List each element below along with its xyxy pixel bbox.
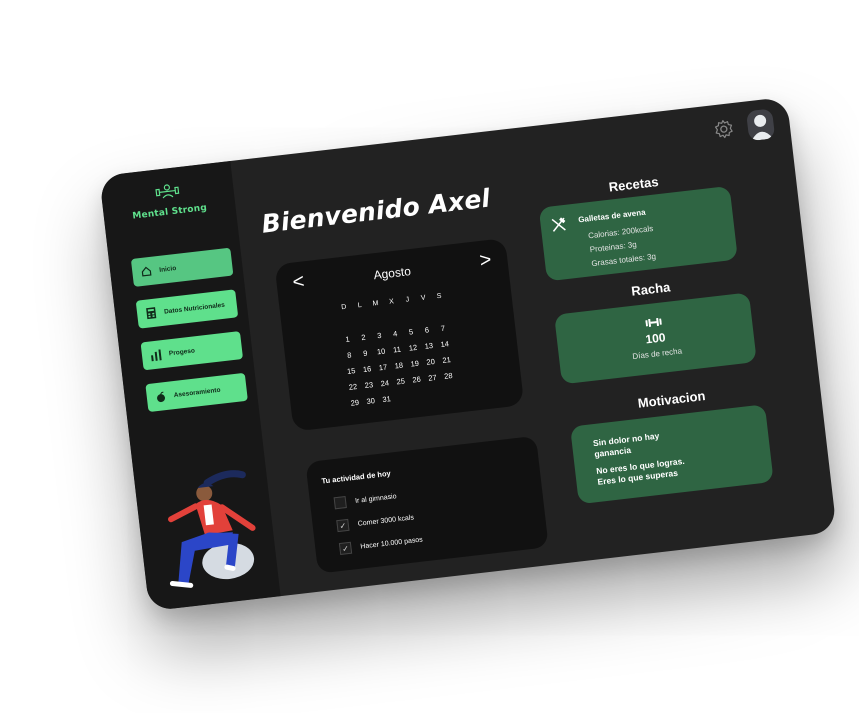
calendar-day[interactable]: 25: [392, 372, 410, 390]
sidebar-item-asesoramiento[interactable]: Asesoramiento: [145, 372, 248, 413]
activity-checkbox[interactable]: [333, 496, 347, 510]
calendar-day[interactable]: 9: [356, 344, 374, 362]
calendar-day[interactable]: 5: [402, 323, 420, 341]
calendar-weekday: D: [340, 303, 347, 311]
woman-exercise-illustration: [168, 470, 256, 588]
calendar-day[interactable]: 17: [374, 358, 392, 376]
activity-card: Tu actividad de hoy Ir al gimnasio ✓ Com…: [305, 435, 549, 574]
calendar-empty-cell: [400, 307, 418, 325]
sidebar-item-label: Datos Nutricionales: [163, 301, 226, 316]
calendar-day[interactable]: 28: [439, 367, 457, 385]
calendar-day[interactable]: 14: [436, 335, 454, 353]
bar-chart-icon: [149, 348, 162, 361]
recipe-protein: Proteinas: 3g: [589, 239, 638, 255]
calendar-day[interactable]: 29: [346, 393, 364, 411]
calendar-empty-cell: [337, 314, 355, 332]
calendar-empty-cell: [353, 312, 371, 330]
recipe-calories: Calorias: 200kcals: [587, 223, 654, 241]
calendar-day[interactable]: 26: [408, 370, 426, 388]
calendar-weekday: L: [357, 301, 363, 309]
calendar-day[interactable]: 8: [340, 346, 358, 364]
calendar-empty-cell: [432, 303, 450, 321]
calendar-day[interactable]: 30: [362, 392, 380, 410]
calendar-day[interactable]: 21: [438, 351, 456, 369]
activity-title: Tu actividad de hoy: [321, 468, 392, 486]
calendar-weekday: M: [372, 299, 379, 308]
sidebar-item-label: Asesoramiento: [173, 386, 221, 399]
calendar-day[interactable]: 13: [420, 337, 438, 355]
recipe-card[interactable]: Galletas de avena Calorias: 200kcals Pro…: [538, 185, 738, 282]
streak-card: 100 Días de recha: [554, 292, 757, 385]
sidebar-item-progeso[interactable]: Progeso: [140, 331, 244, 371]
calendar-empty-cell: [369, 310, 387, 328]
sidebar: Mental Strong Inicio Datos Nutricionales…: [99, 161, 281, 612]
app-window: Mental Strong Inicio Datos Nutricionales…: [99, 96, 837, 612]
calendar-day[interactable]: 7: [434, 319, 452, 337]
calendar-day[interactable]: 31: [378, 390, 396, 408]
calendar-day[interactable]: 24: [376, 374, 394, 392]
calendar-day[interactable]: 15: [342, 362, 360, 380]
apple-icon: [154, 390, 167, 403]
recipe-fat: Grasas totales: 3g: [590, 251, 657, 269]
calendar-day[interactable]: 10: [372, 342, 390, 360]
calendar-day[interactable]: 23: [360, 376, 378, 394]
sidebar-item-label: Inicio: [158, 264, 177, 274]
activity-label: Hacer 10.000 pasos: [360, 535, 424, 551]
calendar-day[interactable]: 6: [418, 321, 436, 339]
calendar-next-button[interactable]: >: [478, 249, 492, 273]
home-icon: [140, 265, 153, 278]
calendar-day[interactable]: 22: [344, 378, 362, 396]
motivation-card: Sin dolor no hay ganancia No eres lo que…: [570, 404, 774, 505]
avatar[interactable]: [745, 108, 776, 142]
calendar: < Agosto > D L M X J V S 1 2 3 4 5 6 7 8 9 10 11 12 13 14 15 1…: [274, 237, 525, 432]
calendar-empty-cell: [394, 388, 412, 406]
calendar-month: Agosto: [372, 264, 412, 283]
calendar-empty-cell: [441, 382, 459, 400]
calendar-day[interactable]: 18: [390, 356, 408, 374]
user-avatar-icon: [751, 114, 774, 142]
sidebar-item-datos-nutricionales[interactable]: Datos Nutricionales: [135, 289, 239, 329]
logo: Mental Strong: [101, 175, 236, 225]
page-title: Bienvenido Axel: [260, 183, 492, 239]
racha-title: Racha: [630, 279, 671, 299]
activity-item: Ir al gimnasio: [333, 490, 398, 510]
calculator-icon: [145, 306, 158, 320]
recipe-name: Galletas de avena: [577, 207, 646, 225]
top-bar: [712, 108, 776, 145]
calendar-day[interactable]: 11: [388, 340, 406, 358]
calendar-empty-cell: [425, 384, 443, 402]
calendar-day[interactable]: 19: [406, 354, 424, 372]
sidebar-item-inicio[interactable]: Inicio: [130, 247, 234, 287]
gear-icon[interactable]: [713, 118, 735, 140]
calendar-day[interactable]: 2: [354, 328, 372, 346]
calendar-day[interactable]: 27: [424, 368, 442, 386]
activity-checkbox[interactable]: ✓: [336, 518, 350, 533]
dumbbell-logo-icon: [155, 184, 180, 199]
calendar-day[interactable]: 4: [386, 324, 404, 342]
calendar-empty-cell: [416, 305, 434, 323]
calendar-day[interactable]: 16: [358, 360, 376, 378]
logo-text: Mental Strong: [131, 203, 208, 222]
calendar-day[interactable]: 12: [404, 338, 422, 356]
calendar-day[interactable]: 1: [339, 330, 357, 348]
calendar-grid: D L M X J V S 1 2 3 4 5 6 7 8 9 10 11 12 13 14 15 16 17 18 19 20 21…: [335, 287, 459, 411]
calendar-weekday: S: [436, 292, 442, 300]
calendar-empty-cell: [410, 386, 428, 404]
activity-label: Comer 3000 kcals: [357, 513, 415, 528]
activity-item: ✓ Hacer 10.000 pasos: [338, 533, 424, 556]
calendar-weekday: J: [405, 295, 410, 304]
activity-checkbox[interactable]: ✓: [338, 541, 353, 556]
calendar-empty-cell: [384, 308, 402, 326]
calendar-day[interactable]: 3: [370, 326, 388, 344]
motivacion-title: Motivacion: [636, 388, 707, 411]
activity-label: Ir al gimnasio: [354, 492, 397, 505]
calendar-day[interactable]: 20: [422, 352, 440, 370]
calendar-weekday: X: [388, 297, 395, 306]
sidebar-item-label: Progeso: [168, 346, 196, 357]
activity-item: ✓ Comer 3000 kcals: [336, 511, 415, 533]
calendar-weekday: V: [420, 294, 426, 302]
utensils-icon: [551, 217, 566, 232]
